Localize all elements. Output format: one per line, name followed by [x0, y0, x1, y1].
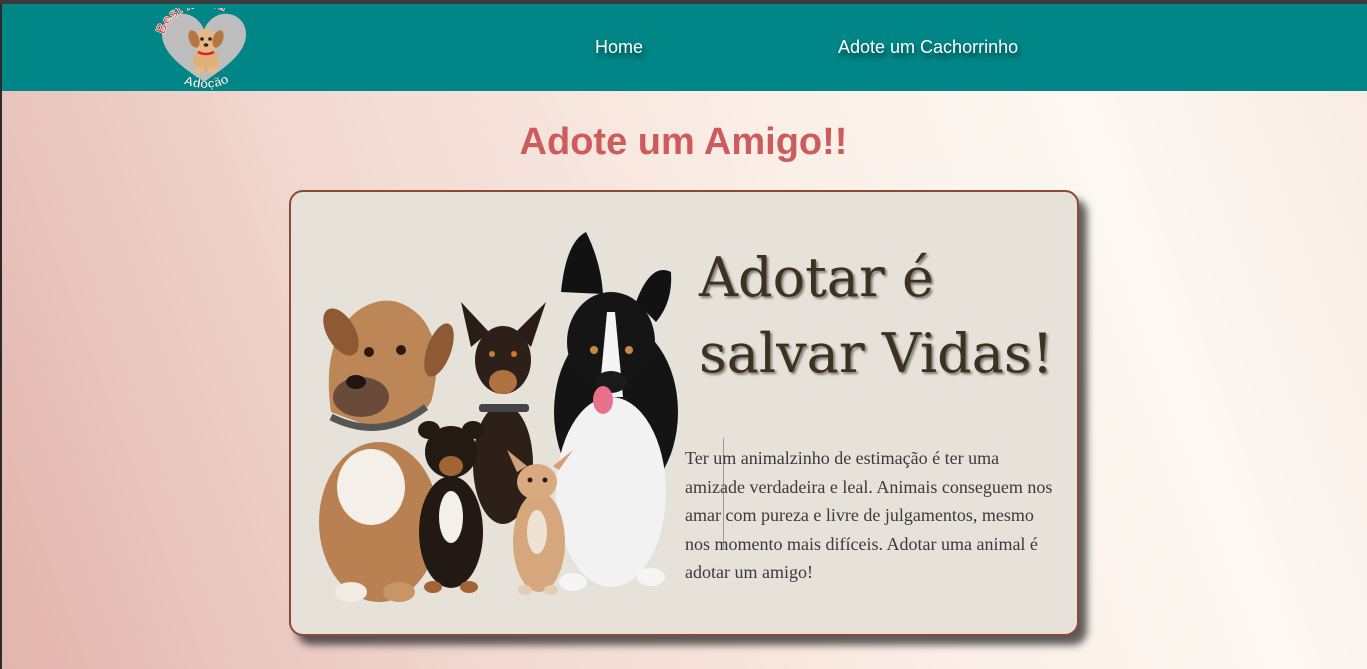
site-header: Best friend Adoção Home Adote um Cachorr… [2, 4, 1367, 91]
nav-adote-link[interactable]: Adote um Cachorrinho [838, 37, 1018, 58]
page-heading: Adote um Amigo!! [519, 121, 848, 163]
card-description: Ter um animalzinho de estimação é ter um… [685, 448, 1053, 582]
border-collie-shape [554, 232, 678, 591]
card-title-line2: salvar Vidas! [699, 322, 1054, 385]
card-title-line1: Adotar é [699, 246, 934, 309]
nav-home-link[interactable]: Home [595, 37, 643, 58]
terrier-dog-shape [418, 421, 484, 593]
adoption-card: Adotar é salvar Vidas! Ter um animalzinh… [289, 190, 1079, 636]
dogs-group-photo [319, 232, 678, 602]
window-left-border [0, 4, 2, 669]
card-title: Adotar é salvar Vidas! [699, 240, 1059, 392]
puppy-heart-logo[interactable]: Best friend Adoção [154, 8, 254, 90]
